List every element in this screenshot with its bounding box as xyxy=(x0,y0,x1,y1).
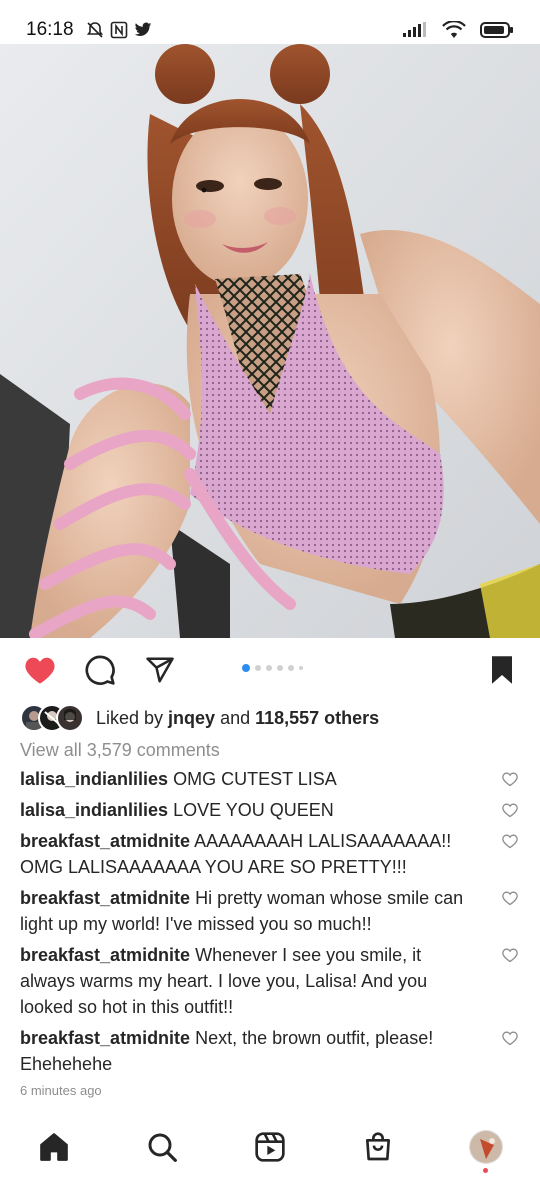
post-timestamp: 6 minutes ago xyxy=(20,1083,102,1098)
comments-list: lalisa_indianlilies OMG CUTEST LISA lali… xyxy=(20,766,520,1082)
carousel-dot xyxy=(266,665,272,671)
carousel-indicator xyxy=(242,664,303,672)
battery-icon xyxy=(480,21,514,39)
heart-outline-icon xyxy=(502,948,518,963)
liker-avatars xyxy=(20,704,90,732)
post-actions xyxy=(0,640,540,698)
comment-item: breakfast_atmidnite Whenever I see you s… xyxy=(20,942,520,1020)
notification-dot xyxy=(483,1168,488,1173)
share-icon xyxy=(146,657,174,683)
bookmark-icon xyxy=(492,656,512,684)
avatar xyxy=(56,704,84,732)
status-time: 16:18 xyxy=(26,19,74,40)
profile-avatar xyxy=(469,1130,503,1164)
comment-text: OMG CUTEST LISA xyxy=(173,769,337,789)
likes-prefix: Liked by xyxy=(96,707,169,728)
likes-text: Liked by jnqey and 118,557 others xyxy=(96,708,379,729)
share-button[interactable] xyxy=(140,650,180,690)
post-photo[interactable] xyxy=(0,44,540,638)
heart-outline-icon xyxy=(502,803,518,818)
comment-like-button[interactable] xyxy=(502,830,518,856)
likes-count[interactable]: 118,557 others xyxy=(255,708,379,728)
carousel-dot xyxy=(299,666,303,670)
nfc-icon xyxy=(110,21,128,39)
wifi-icon xyxy=(442,21,466,39)
bottom-nav xyxy=(0,1115,540,1177)
home-icon xyxy=(40,1133,68,1161)
heart-outline-icon xyxy=(502,834,518,849)
liker-username[interactable]: jnqey xyxy=(168,708,215,728)
comment-username[interactable]: lalisa_indianlilies xyxy=(20,800,168,820)
like-button[interactable] xyxy=(20,650,60,690)
carousel-dot xyxy=(288,665,294,671)
heart-outline-icon xyxy=(502,1031,518,1046)
comment-username[interactable]: breakfast_atmidnite xyxy=(20,945,190,965)
nav-reels[interactable] xyxy=(248,1125,292,1169)
comment-item: breakfast_atmidnite AAAAAAAAH LALISAAAAA… xyxy=(20,828,520,880)
nav-search[interactable] xyxy=(140,1125,184,1169)
twitter-icon xyxy=(134,22,152,38)
comment-item: breakfast_atmidnite Next, the brown outf… xyxy=(20,1025,520,1077)
heart-icon xyxy=(25,657,55,684)
shop-icon xyxy=(366,1132,390,1161)
carousel-dot xyxy=(242,664,250,672)
comment-like-button[interactable] xyxy=(502,768,518,794)
comment-username[interactable]: breakfast_atmidnite xyxy=(20,831,190,851)
comment-like-button[interactable] xyxy=(502,887,518,913)
save-button[interactable] xyxy=(482,650,522,690)
nav-home[interactable] xyxy=(32,1125,76,1169)
silent-bell-icon xyxy=(86,21,104,39)
carousel-dot xyxy=(277,665,283,671)
comment-text: LOVE YOU QUEEN xyxy=(173,800,334,820)
nav-profile[interactable] xyxy=(464,1125,508,1169)
comment-username[interactable]: breakfast_atmidnite xyxy=(20,1028,190,1048)
comment-username[interactable]: lalisa_indianlilies xyxy=(20,769,168,789)
heart-outline-icon xyxy=(502,891,518,906)
comment-username[interactable]: breakfast_atmidnite xyxy=(20,888,190,908)
comment-like-button[interactable] xyxy=(502,944,518,970)
comment-item: lalisa_indianlilies OMG CUTEST LISA xyxy=(20,766,520,792)
view-all-comments[interactable]: View all 3,579 comments xyxy=(20,740,220,761)
comment-button[interactable] xyxy=(80,650,120,690)
comment-icon xyxy=(85,655,115,685)
comment-like-button[interactable] xyxy=(502,799,518,825)
reels-icon xyxy=(255,1132,285,1162)
nav-shop[interactable] xyxy=(356,1125,400,1169)
signal-icon xyxy=(402,22,428,38)
search-icon xyxy=(148,1133,177,1162)
comment-like-button[interactable] xyxy=(502,1027,518,1053)
heart-outline-icon xyxy=(502,772,518,787)
comment-item: breakfast_atmidnite Hi pretty woman whos… xyxy=(20,885,520,937)
comment-item: lalisa_indianlilies LOVE YOU QUEEN xyxy=(20,797,520,823)
likes-middle: and xyxy=(215,707,256,728)
carousel-dot xyxy=(255,665,261,671)
likes-row[interactable]: Liked by jnqey and 118,557 others xyxy=(20,703,379,733)
